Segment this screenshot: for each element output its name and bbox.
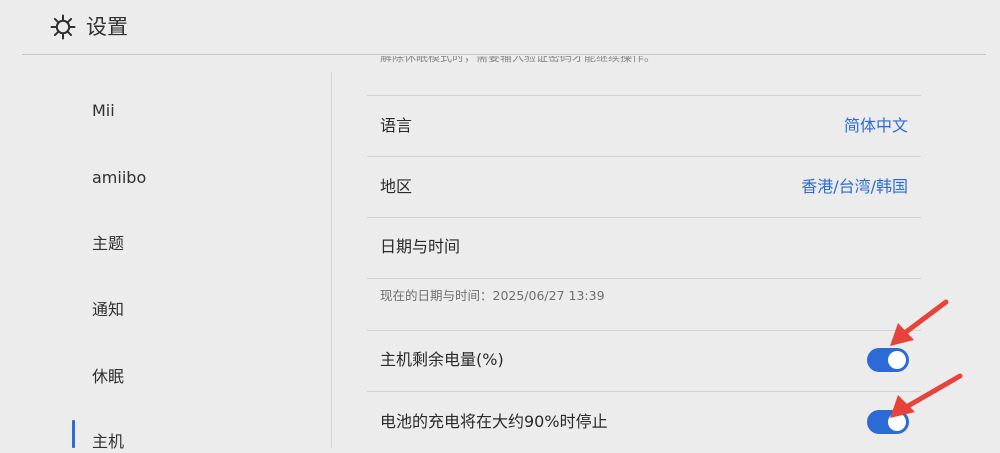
sidebar-item-theme[interactable]: 主题 [92, 233, 124, 255]
gear-icon [50, 14, 76, 40]
sidebar-item-amiibo[interactable]: amiibo [92, 167, 146, 189]
sidebar-selection-indicator [72, 420, 75, 448]
sidebar-item-mii[interactable]: Mii [92, 100, 115, 122]
sidebar-item-console[interactable]: 主机 [92, 431, 124, 453]
current-datetime-text: 现在的日期与时间：2025/06/27 13:39 [380, 288, 605, 303]
language-value[interactable]: 简体中文 [844, 115, 908, 137]
annotation-arrow-icon [890, 299, 949, 346]
annotation-arrow-icon [890, 373, 963, 418]
language-label: 语言 [380, 116, 413, 135]
sidebar-item-sleep[interactable]: 休眠 [92, 366, 124, 388]
sidebar-item-notifications[interactable]: 通知 [92, 299, 124, 321]
page-title: 设置 [86, 15, 128, 39]
region-value[interactable]: 香港/台湾/韩国 [801, 176, 908, 198]
header-divider [22, 54, 986, 55]
language-row[interactable] [367, 96, 921, 155]
datetime-label: 日期与时间 [380, 237, 461, 256]
battery-charge-limit-label: 电池的充电将在大约90%时停止 [380, 412, 608, 431]
battery-percent-label: 主机剩余电量(%) [380, 350, 504, 369]
divider [367, 391, 921, 392]
header: 设置 [0, 0, 1000, 56]
divider [367, 330, 921, 331]
toggle-knob [888, 351, 906, 369]
divider [367, 278, 921, 279]
sidebar [0, 56, 331, 448]
region-label: 地区 [380, 177, 413, 196]
